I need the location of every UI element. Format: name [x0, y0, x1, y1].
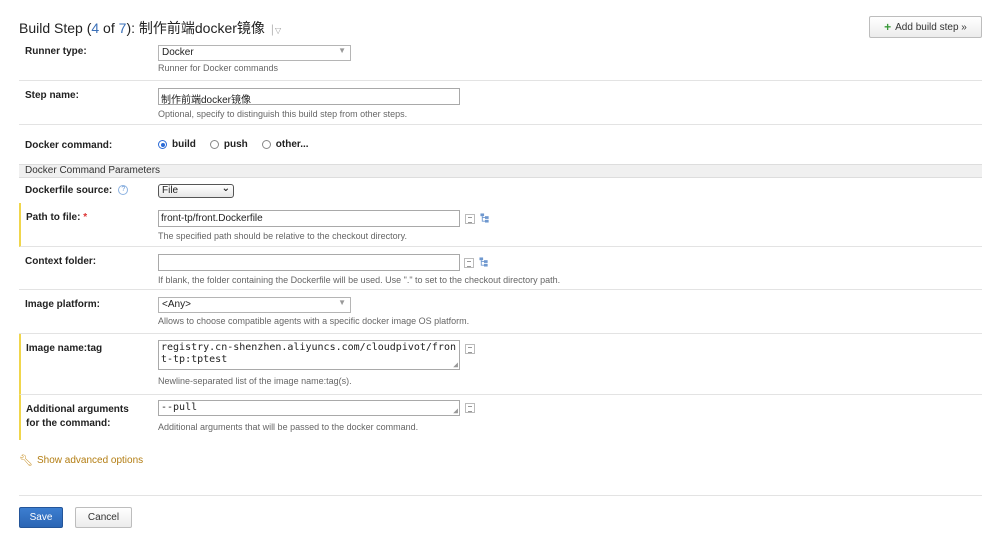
radio-push[interactable]: push — [209, 139, 248, 150]
dockerfile-source-label: Dockerfile source:? — [25, 185, 129, 196]
title-separator: | — [270, 22, 275, 36]
image-platform-row: Image platform: <Any> ▼ Allows to choose… — [19, 290, 982, 334]
required-marker: * — [83, 212, 88, 223]
page-title: Build Step (4 of 7): 制作前端docker镜像 |▽ — [19, 18, 281, 38]
step-dropdown-icon[interactable]: ▽ — [275, 26, 281, 35]
additional-args-value: --pull — [161, 402, 198, 413]
step-current: 4 — [91, 20, 100, 36]
docker-command-label: Docker command: — [25, 140, 113, 151]
radio-other-label: other... — [275, 139, 309, 150]
image-name-tag-row: Image name:tag registry.cn-shenzhen.aliy… — [19, 334, 982, 395]
step-name-input[interactable]: 制作前端docker镜像 — [158, 88, 460, 105]
title-of: of — [99, 20, 119, 36]
path-to-file-label: Path to file: * — [26, 212, 87, 223]
resize-grip-icon[interactable]: ◢ — [453, 407, 458, 415]
radio-build[interactable]: build — [158, 139, 196, 150]
radio-other[interactable]: other... — [261, 139, 309, 150]
footer-divider — [19, 495, 982, 496]
runner-type-select[interactable]: Docker ▼ — [158, 45, 351, 61]
dockerfile-source-value: File — [162, 185, 179, 196]
context-folder-hint: If blank, the folder containing the Dock… — [158, 275, 561, 285]
add-build-step-button[interactable]: + Add build step » — [869, 16, 982, 38]
build-step-form: Runner type: Docker ▼ Runner for Docker … — [19, 40, 982, 440]
cancel-button[interactable]: Cancel — [75, 507, 132, 528]
image-platform-value: <Any> — [162, 299, 191, 310]
save-button[interactable]: Save — [19, 507, 63, 528]
runner-type-row: Runner type: Docker ▼ Runner for Docker … — [19, 40, 982, 81]
path-to-file-label-text: Path to file: — [26, 212, 81, 223]
title-suffix: ): 制作前端docker镜像 — [126, 20, 265, 36]
docker-command-row: Docker command: build push other... — [19, 125, 982, 164]
context-folder-input[interactable] — [158, 254, 460, 271]
step-name-label: Step name: — [25, 90, 79, 101]
dockerfile-source-row: Dockerfile source:? File ⌄ — [19, 178, 982, 203]
additional-args-hint: Additional arguments that will be passed… — [158, 422, 419, 432]
context-folder-label: Context folder: — [25, 256, 97, 267]
path-to-file-input[interactable]: front-tp/front.Dockerfile — [158, 210, 460, 227]
runner-type-hint: Runner for Docker commands — [158, 63, 279, 73]
dockerfile-source-label-text: Dockerfile source: — [25, 185, 113, 196]
additional-args-textarea[interactable]: --pull ◢ — [158, 400, 460, 416]
list-icon[interactable] — [465, 403, 475, 413]
tree-picker-icon[interactable] — [479, 257, 489, 267]
help-icon[interactable]: ? — [118, 185, 129, 196]
show-advanced-options-label: Show advanced options — [36, 455, 144, 466]
show-advanced-options-link[interactable]: 🔧︎ Show advanced options — [19, 454, 143, 467]
radio-push-label: push — [223, 139, 248, 150]
step-name-row: Step name: 制作前端docker镜像 Optional, specif… — [19, 81, 982, 125]
image-platform-select[interactable]: <Any> ▼ — [158, 297, 351, 313]
add-build-step-label: Add build step » — [895, 21, 967, 33]
path-to-file-hint: The specified path should be relative to… — [158, 231, 407, 241]
image-name-tag-value: registry.cn-shenzhen.aliyuncs.com/cloudp… — [161, 342, 457, 365]
radio-other-dot[interactable] — [261, 140, 271, 149]
radio-build-dot[interactable] — [158, 140, 167, 149]
chevron-down-icon: ⌄ — [221, 183, 230, 194]
image-name-tag-label: Image name:tag — [26, 343, 103, 354]
list-icon[interactable] — [464, 258, 474, 268]
select-arrow-icon: ▼ — [338, 46, 346, 55]
image-name-tag-textarea[interactable]: registry.cn-shenzhen.aliyuncs.com/cloudp… — [158, 340, 460, 370]
dockerfile-source-select[interactable]: File ⌄ — [158, 183, 234, 198]
docker-command-radio-group: build push other... — [158, 139, 309, 150]
list-icon[interactable] — [465, 214, 475, 224]
image-platform-label: Image platform: — [25, 299, 101, 310]
image-platform-hint: Allows to choose compatible agents with … — [158, 316, 470, 326]
radio-build-label: build — [172, 139, 196, 150]
wrench-icon: 🔧︎ — [19, 455, 33, 467]
runner-type-label: Runner type: — [25, 46, 87, 57]
plus-icon: + — [884, 20, 892, 34]
context-folder-row: Context folder: If blank, the folder con… — [19, 247, 982, 290]
path-to-file-row: Path to file: * front-tp/front.Dockerfil… — [19, 203, 982, 247]
title-prefix: Build Step ( — [19, 20, 92, 36]
image-name-tag-hint: Newline-separated list of the image name… — [158, 376, 352, 386]
list-icon[interactable] — [465, 344, 475, 354]
select-arrow-icon: ▼ — [338, 298, 346, 307]
tree-picker-icon[interactable] — [480, 213, 490, 223]
additional-args-row: Additional arguments for the command: --… — [19, 395, 982, 440]
radio-push-dot[interactable] — [209, 140, 219, 149]
additional-args-label-line2: for the command: — [26, 418, 111, 429]
runner-type-value: Docker — [162, 47, 194, 58]
step-name-hint: Optional, specify to distinguish this bu… — [158, 109, 408, 119]
section-header: Docker Command Parameters — [19, 164, 982, 178]
additional-args-label-line1: Additional arguments — [26, 404, 129, 415]
resize-grip-icon[interactable]: ◢ — [453, 361, 458, 369]
